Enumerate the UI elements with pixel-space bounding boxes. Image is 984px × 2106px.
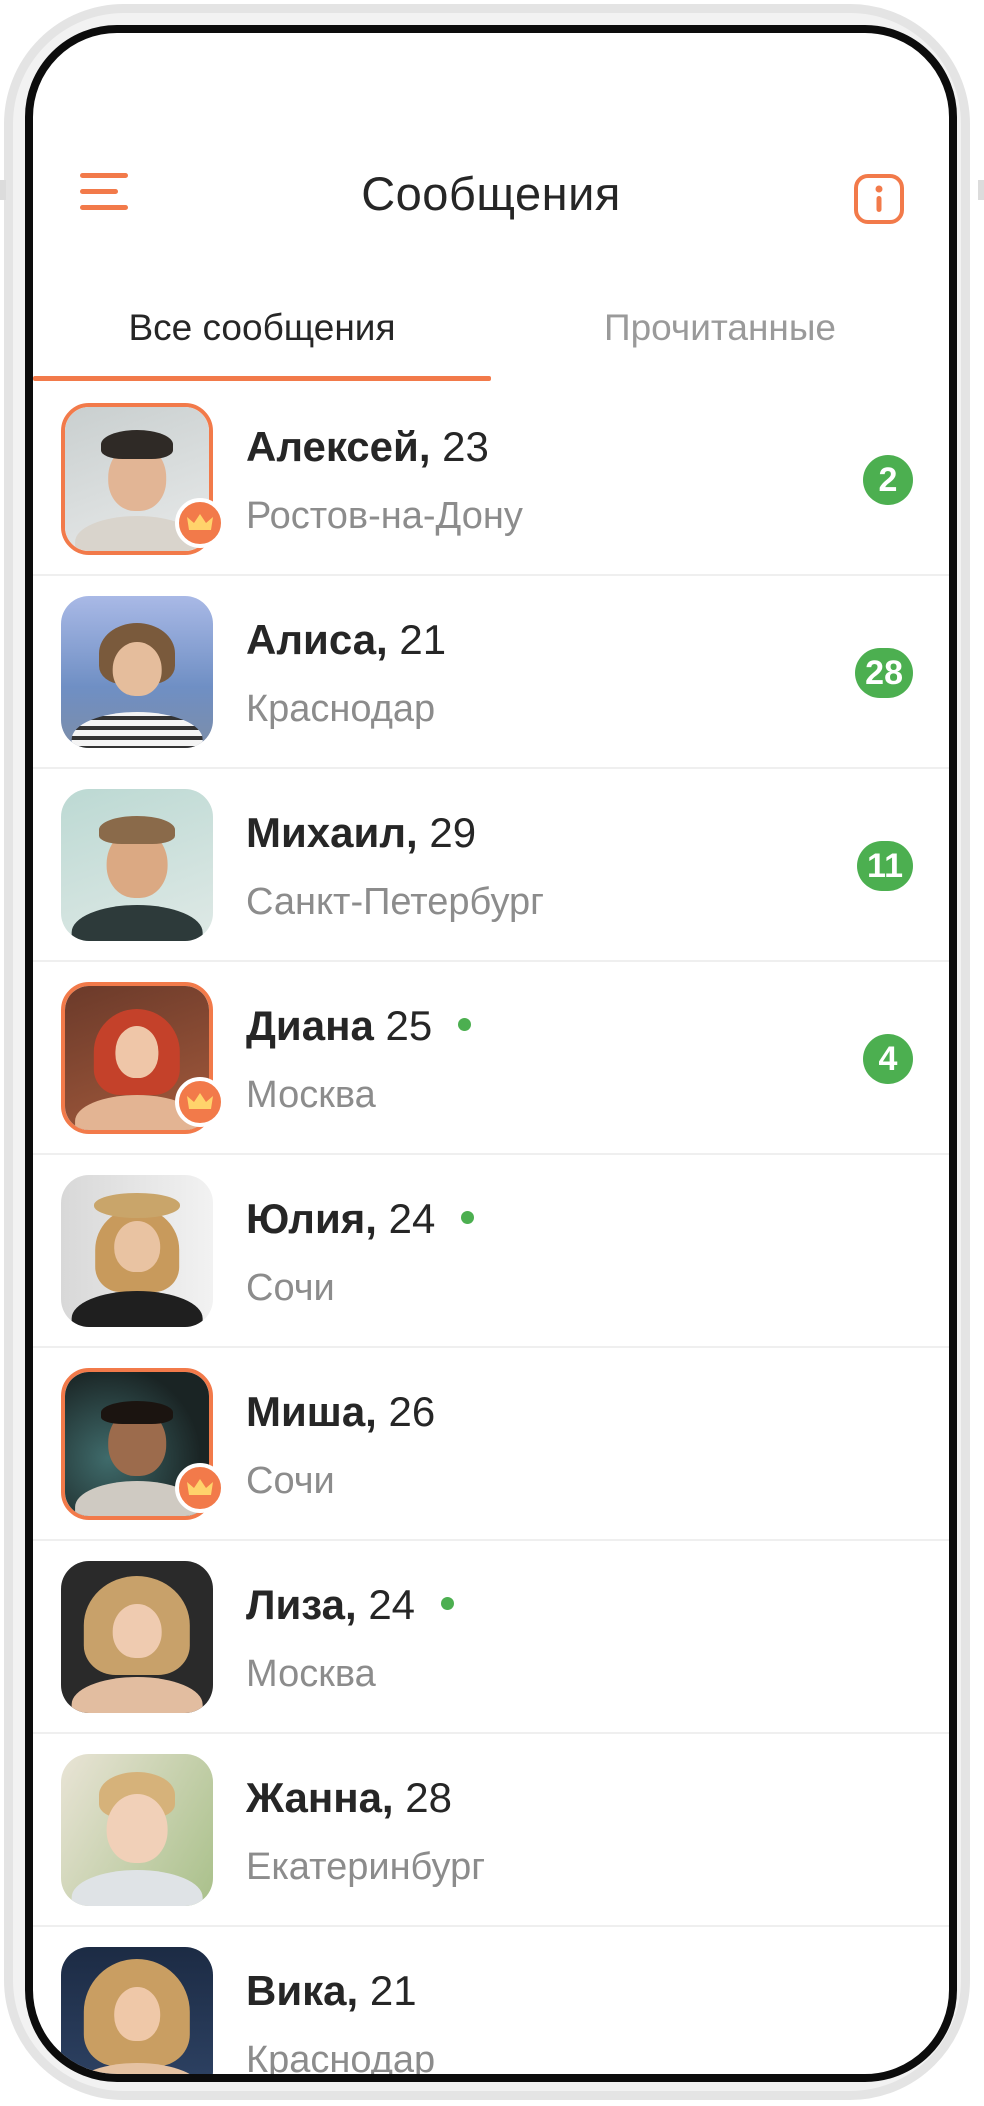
- info-icon[interactable]: [853, 173, 905, 225]
- app-header: Сообщения: [33, 138, 949, 248]
- active-tab-indicator: [33, 376, 491, 381]
- contact-name-line: Диана 25: [246, 1002, 471, 1050]
- contact-age: 21: [369, 1967, 417, 2014]
- tab-bar: Все сообщения Прочитанные: [33, 278, 949, 383]
- contact-name: Диана: [246, 1002, 374, 1049]
- contact-name-line: Юлия, 24: [246, 1195, 475, 1243]
- contact-city: Ростов-на-Дону: [246, 495, 523, 537]
- online-status-dot: [461, 1211, 475, 1225]
- unread-count-badge: 2: [863, 455, 913, 505]
- contact-age: 24: [368, 1581, 416, 1628]
- contact-city: Санкт-Петербург: [246, 881, 545, 923]
- conversation-row[interactable]: Вика, 21 Краснодар: [33, 1927, 949, 2081]
- contact-city: Краснодар: [246, 2039, 436, 2081]
- unread-count-badge: 11: [857, 841, 913, 891]
- avatar[interactable]: [61, 1175, 213, 1327]
- premium-crown-icon: [175, 1077, 225, 1127]
- online-status-dot: [457, 1018, 471, 1032]
- contact-name-line: Вика, 21: [246, 1967, 417, 2015]
- conversation-row[interactable]: Лиза, 24 Москва: [33, 1541, 949, 1734]
- contact-name: Михаил,: [246, 809, 418, 856]
- phone-screen: Сообщения Все сообщения Прочитанные Алек…: [25, 25, 957, 2082]
- contact-city: Сочи: [246, 1267, 335, 1309]
- contact-name: Лиза,: [246, 1581, 357, 1628]
- avatar[interactable]: [61, 1947, 213, 2074]
- contact-age: 24: [388, 1195, 436, 1242]
- contact-name-line: Миша, 26: [246, 1388, 435, 1436]
- conversation-row[interactable]: Жанна, 28 Екатеринбург: [33, 1734, 949, 1927]
- contact-city: Екатеринбург: [246, 1846, 486, 1888]
- contact-age: 26: [388, 1388, 436, 1435]
- premium-crown-icon: [175, 498, 225, 548]
- tab-all-messages[interactable]: Все сообщения: [33, 278, 491, 378]
- contact-age: 25: [385, 1002, 433, 1049]
- contact-city: Краснодар: [246, 688, 436, 730]
- contact-age: 29: [429, 809, 477, 856]
- phone-side-button: [0, 180, 6, 200]
- contact-name-line: Михаил, 29: [246, 809, 476, 857]
- contact-name: Алиса,: [246, 616, 388, 663]
- contact-name-line: Алиса, 21: [246, 616, 446, 664]
- unread-count-badge: 4: [863, 1034, 913, 1084]
- unread-count-badge: 28: [855, 648, 913, 698]
- contact-name: Вика,: [246, 1967, 359, 2014]
- conversation-row[interactable]: Алиса, 21 Краснодар 28: [33, 576, 949, 769]
- contact-name: Юлия,: [246, 1195, 377, 1242]
- conversation-list: Алексей, 23 Ростов-на-Дону 2 Алиса, 21 К…: [33, 383, 949, 2081]
- contact-city: Москва: [246, 1653, 376, 1695]
- conversation-row[interactable]: Миша, 26 Сочи: [33, 1348, 949, 1541]
- avatar[interactable]: [61, 1561, 213, 1713]
- tab-read[interactable]: Прочитанные: [491, 278, 949, 378]
- contact-name: Жанна,: [246, 1774, 394, 1821]
- premium-crown-icon: [175, 1463, 225, 1513]
- contact-city: Сочи: [246, 1460, 335, 1502]
- avatar[interactable]: [61, 789, 213, 941]
- page-title: Сообщения: [361, 167, 621, 220]
- conversation-row[interactable]: Диана 25 Москва 4: [33, 962, 949, 1155]
- phone-side-button: [978, 180, 984, 200]
- contact-age: 21: [399, 616, 447, 663]
- avatar[interactable]: [61, 1754, 213, 1906]
- conversation-row[interactable]: Михаил, 29 Санкт-Петербург 11: [33, 769, 949, 962]
- conversation-row[interactable]: Алексей, 23 Ростов-на-Дону 2: [33, 383, 949, 576]
- conversation-row[interactable]: Юлия, 24 Сочи: [33, 1155, 949, 1348]
- contact-name: Алексей,: [246, 423, 431, 470]
- online-status-dot: [440, 1597, 454, 1611]
- contact-name-line: Жанна, 28: [246, 1774, 452, 1822]
- contact-name: Миша,: [246, 1388, 377, 1435]
- avatar[interactable]: [61, 596, 213, 748]
- contact-city: Москва: [246, 1074, 376, 1116]
- contact-age: 28: [405, 1774, 452, 1821]
- contact-name-line: Алексей, 23: [246, 423, 489, 471]
- contact-name-line: Лиза, 24: [246, 1581, 454, 1629]
- contact-age: 23: [442, 423, 489, 470]
